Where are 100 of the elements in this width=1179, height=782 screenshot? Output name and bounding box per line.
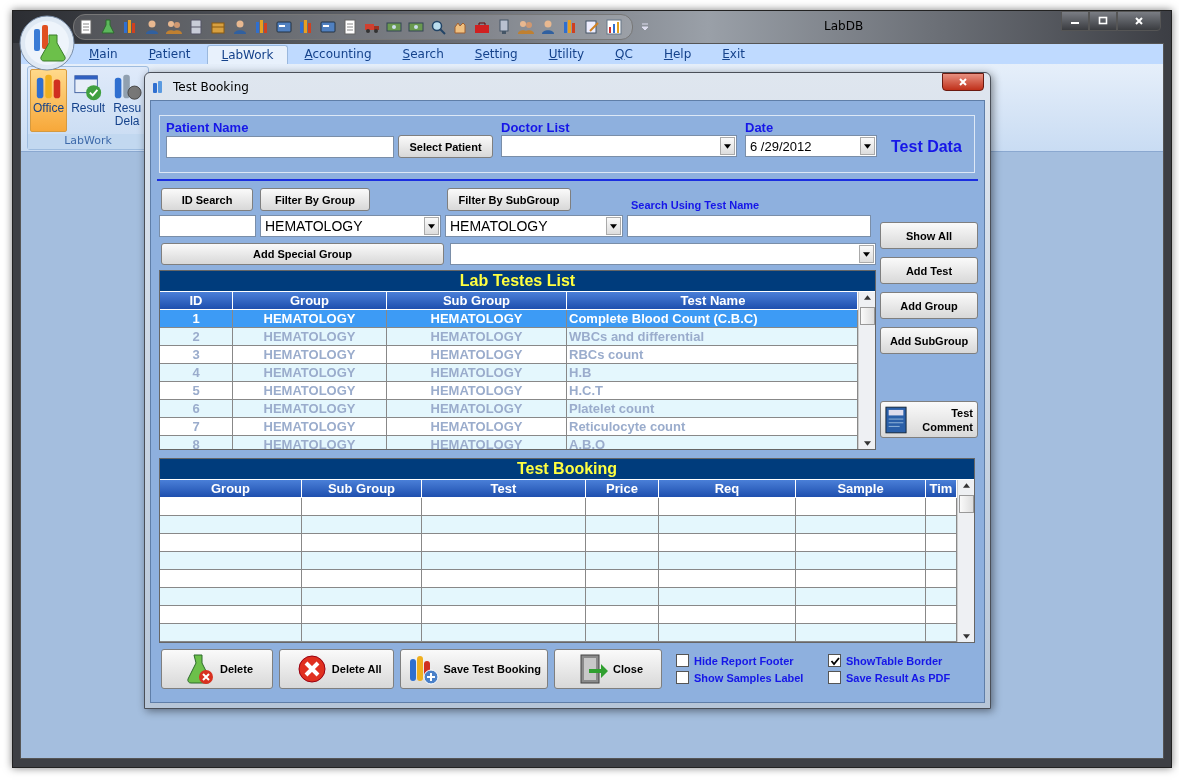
document-icon[interactable] (342, 19, 358, 35)
column-header[interactable]: Test Name (567, 292, 858, 309)
server-icon[interactable] (496, 19, 512, 35)
table-cell[interactable] (586, 552, 659, 570)
table-cell[interactable] (796, 588, 926, 606)
table-cell[interactable] (302, 570, 422, 588)
checkbox[interactable] (676, 654, 689, 667)
maximize-button[interactable] (1089, 11, 1117, 31)
menu-tab[interactable]: Setting (460, 44, 532, 64)
table-cell[interactable] (160, 624, 302, 642)
column-header[interactable]: Sub Group (387, 292, 567, 309)
action-button[interactable]: Delete (161, 649, 273, 689)
table-cell[interactable] (422, 534, 586, 552)
table-cell[interactable] (926, 570, 957, 588)
person-icon[interactable] (144, 19, 160, 35)
column-header[interactable]: Test (422, 480, 586, 497)
option-checkbox[interactable]: ShowTable Border (828, 654, 978, 667)
magnifier-icon[interactable] (430, 19, 446, 35)
menu-tab[interactable]: Accounting (290, 44, 386, 64)
table-cell[interactable] (586, 606, 659, 624)
side-button[interactable]: Add Group (880, 292, 978, 319)
action-button[interactable]: Delete All (278, 649, 395, 689)
menu-tab[interactable]: QC (601, 44, 647, 64)
table-cell[interactable] (659, 516, 796, 534)
scroll-thumb[interactable] (958, 495, 974, 513)
table-cell[interactable] (796, 624, 926, 642)
table-cell[interactable] (926, 498, 957, 516)
table-cell[interactable] (586, 624, 659, 642)
option-checkbox[interactable]: Save Result As PDF (828, 671, 978, 684)
test-comment-button[interactable]: Test Comment (880, 401, 978, 438)
card-icon[interactable] (320, 19, 336, 35)
doctor-list-dropdown[interactable] (501, 135, 737, 157)
table-cell[interactable] (160, 588, 302, 606)
people-icon[interactable] (518, 19, 534, 35)
bottles-icon[interactable] (254, 19, 270, 35)
table-cell[interactable] (422, 624, 586, 642)
column-header[interactable]: Tim (926, 480, 957, 497)
table-cell[interactable] (796, 534, 926, 552)
menu-tab[interactable]: Exit (708, 44, 759, 64)
toolbox-icon[interactable] (474, 19, 490, 35)
table-cell[interactable] (659, 606, 796, 624)
subgroup-dropdown[interactable]: HEMATOLOGY (445, 215, 623, 237)
checkbox[interactable] (828, 654, 841, 667)
document-icon[interactable] (78, 19, 94, 35)
chart-icon[interactable] (606, 19, 622, 35)
scrollbar[interactable] (858, 292, 875, 449)
table-cell[interactable] (422, 498, 586, 516)
table-cell[interactable] (302, 552, 422, 570)
ribbon-button[interactable]: Office (30, 69, 68, 132)
box-icon[interactable] (210, 19, 226, 35)
table-cell[interactable] (160, 516, 302, 534)
column-header[interactable]: Group (233, 292, 387, 309)
dropdown-arrow-icon[interactable] (641, 22, 649, 32)
special-group-dropdown[interactable] (450, 243, 876, 265)
menu-tab[interactable]: Patient (134, 44, 205, 64)
side-button[interactable]: Show All (880, 222, 978, 249)
table-cell[interactable] (796, 516, 926, 534)
bottles-icon[interactable] (562, 19, 578, 35)
table-cell[interactable] (422, 606, 586, 624)
menu-tab[interactable]: Main (75, 44, 132, 64)
filter-subgroup-button[interactable]: Filter By SubGroup (447, 188, 571, 211)
table-cell[interactable] (302, 534, 422, 552)
scrollbar[interactable] (957, 480, 974, 642)
edit-icon[interactable] (584, 19, 600, 35)
menu-tab[interactable]: Utility (534, 44, 599, 64)
date-picker[interactable]: 6 /29/2012 (745, 135, 877, 157)
option-checkbox[interactable]: Hide Report Footer (676, 654, 828, 667)
table-cell[interactable] (586, 570, 659, 588)
bottles-icon[interactable] (122, 19, 138, 35)
test-name-search-field[interactable] (627, 215, 871, 237)
table-cell[interactable] (160, 498, 302, 516)
table-cell[interactable] (302, 606, 422, 624)
select-patient-button[interactable]: Select Patient (398, 135, 493, 158)
table-cell[interactable] (160, 570, 302, 588)
table-cell[interactable] (926, 534, 957, 552)
table-cell[interactable] (659, 624, 796, 642)
table-cell[interactable] (586, 588, 659, 606)
checkbox[interactable] (828, 671, 841, 684)
table-cell[interactable] (302, 498, 422, 516)
patient-name-field[interactable] (166, 135, 394, 158)
minimize-button[interactable] (1061, 11, 1089, 31)
menu-tab[interactable]: LabWork (207, 45, 288, 64)
menu-tab[interactable]: Search (388, 44, 458, 64)
scroll-up-icon[interactable] (863, 295, 871, 300)
menu-tab[interactable]: Help (649, 44, 706, 64)
close-button[interactable] (942, 73, 984, 91)
person-icon[interactable] (232, 19, 248, 35)
table-cell[interactable] (302, 588, 422, 606)
cabinet-icon[interactable] (188, 19, 204, 35)
table-cell[interactable] (796, 552, 926, 570)
people-icon[interactable] (166, 19, 182, 35)
action-button[interactable]: Close (554, 649, 662, 689)
table-cell[interactable] (659, 534, 796, 552)
scroll-up-icon[interactable] (962, 483, 970, 488)
table-cell[interactable] (796, 570, 926, 588)
column-header[interactable]: ID (160, 292, 233, 309)
ribbon-button[interactable]: Resu Dela (109, 69, 146, 132)
side-button[interactable]: Add Test (880, 257, 978, 284)
table-cell[interactable] (586, 516, 659, 534)
table-cell[interactable] (796, 498, 926, 516)
